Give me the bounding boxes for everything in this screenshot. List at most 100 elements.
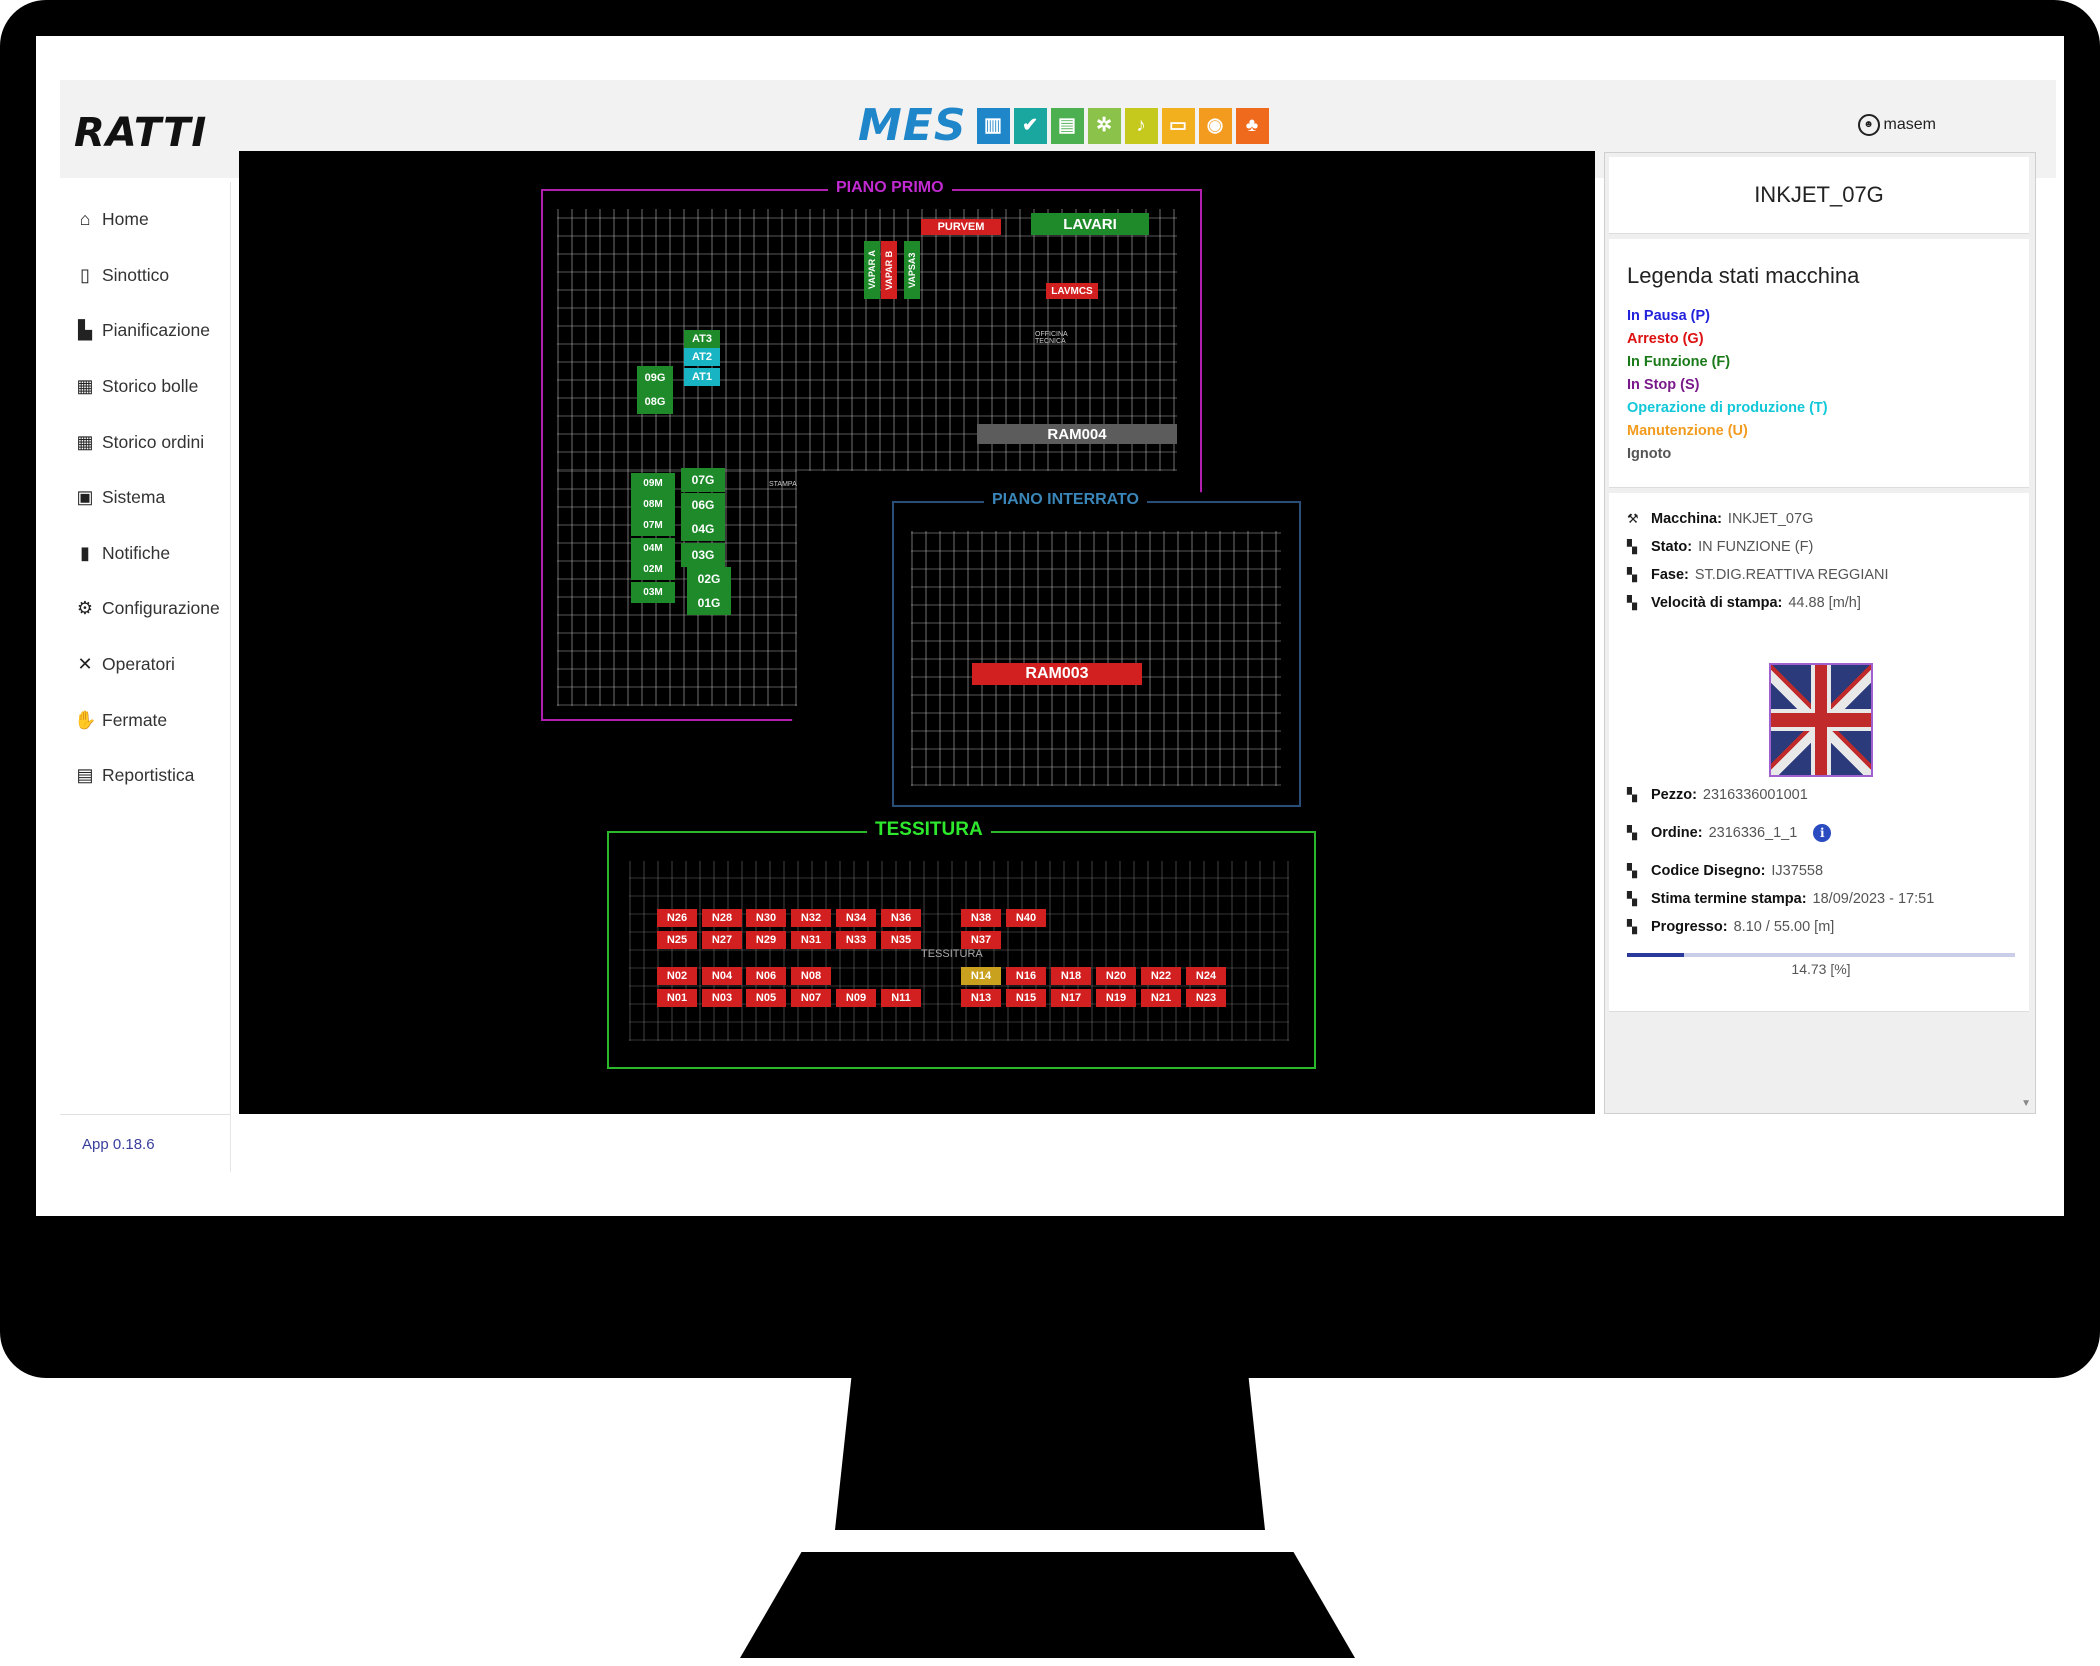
nav-item-storico-ordini[interactable]: ▦ Storico ordini [60,414,230,470]
machine-box[interactable]: N01 [657,989,697,1007]
machine-box[interactable]: N07 [791,989,831,1007]
machine-box[interactable]: N29 [746,931,786,949]
machine-box[interactable]: 08M [631,494,675,515]
machine-box[interactable]: 09G [637,366,673,390]
machine-box[interactable]: N27 [702,931,742,949]
nav-item-notifiche[interactable]: ▮ Notifiche [60,526,230,582]
machine-box[interactable]: AT2 [684,348,720,366]
nav-item-sistema[interactable]: ▣ Sistema [60,470,230,526]
progress-bar [1627,953,2015,957]
machine-box[interactable]: N11 [881,989,921,1007]
machine-box[interactable]: 02M [631,559,675,580]
machine-box[interactable]: N06 [746,967,786,985]
check-circle-icon[interactable]: ✔ [1013,107,1047,144]
machine-box[interactable]: RAM004 [977,424,1177,444]
machine-box[interactable]: LAVARI [1031,213,1149,235]
machine-box[interactable]: VAPSA3 [904,241,920,299]
machine-box[interactable]: N35 [881,931,921,949]
nav-item-label: Fermate [102,709,168,730]
machine-box[interactable]: 03G [681,543,725,567]
machine-box[interactable]: VAPAR B [881,241,897,299]
machine-box[interactable]: N31 [791,931,831,949]
eye-icon[interactable]: ◉ [1198,107,1232,144]
machine-box[interactable]: RAM003 [972,663,1142,685]
job-card: ▚ Pezzo: 2316336001001 ▚ Ordine: 2316336_1_1… [1609,643,2029,1012]
machine-box[interactable]: AT3 [684,330,720,348]
machine-box[interactable]: 02G [687,567,731,591]
scroll-down-icon[interactable]: ▼ [2021,1098,2031,1109]
book-icon: ▚ [1627,919,1637,934]
gears-icon[interactable]: ✲ [1087,107,1121,144]
nav-item-sinottico[interactable]: ▯ Sinottico [60,248,230,304]
machine-box[interactable]: N05 [746,989,786,1007]
machine-box[interactable]: N03 [702,989,742,1007]
machine-box[interactable]: N20 [1096,967,1136,985]
machine-box[interactable]: 01G [687,591,731,615]
machine-box[interactable]: 08G [637,390,673,414]
machine-box[interactable]: N15 [1006,989,1046,1007]
nav-item-operatori[interactable]: ✕ Operatori [60,637,230,693]
ratti-logo[interactable]: RATTI [74,110,207,156]
machine-box[interactable]: 07M [631,515,675,536]
screen-icon[interactable]: ▭ [1161,107,1195,144]
list-icon[interactable]: ▤ [1050,107,1084,144]
machine-box[interactable]: VAPAR A [864,241,880,299]
nav-item-pianificazione[interactable]: ▙ Pianificazione [60,303,230,359]
machine-box[interactable]: N14 [961,967,1001,985]
nav-item-storico-bolle[interactable]: ▦ Storico bolle [60,359,230,415]
machine-box[interactable]: N30 [746,909,786,927]
machine-box[interactable]: N28 [702,909,742,927]
nav-item-configurazione[interactable]: ⚙ Configurazione [60,581,230,637]
machine-box[interactable]: 06G [681,493,725,517]
machine-box[interactable]: N17 [1051,989,1091,1007]
design-thumbnail[interactable] [1769,663,1873,777]
machine-box[interactable]: N02 [657,967,697,985]
machine-box[interactable]: N40 [1006,909,1046,927]
machine-box[interactable]: AT1 [684,368,720,386]
machine-box[interactable]: N36 [881,909,921,927]
bell-icon[interactable]: ♪ [1124,107,1158,144]
machine-box[interactable]: 04G [681,517,725,541]
machine-box[interactable]: 04M [631,538,675,559]
machine-box[interactable]: N13 [961,989,1001,1007]
machine-box[interactable]: PURVEM [921,219,1001,235]
mes-logo[interactable]: MES [858,100,967,151]
machine-box[interactable]: N23 [1186,989,1226,1007]
user-name: masem [1883,116,1936,133]
nav-item-home[interactable]: ⌂ Home [60,192,230,248]
machine-box[interactable]: 07G [681,468,725,492]
machine-box[interactable]: N33 [836,931,876,949]
synoptic-map[interactable]: PIANO PRIMO STAMPA OFFICINA TECNICA PIAN… [239,151,1595,1114]
machine-box[interactable]: N24 [1186,967,1226,985]
floor-title-interrato: PIANO INTERRATO [984,491,1147,509]
machine-box[interactable]: N19 [1096,989,1136,1007]
nav-item-fermate[interactable]: ✋ Fermate [60,692,230,748]
machine-box[interactable]: 03M [631,582,675,603]
machine-box[interactable]: N09 [836,989,876,1007]
machine-box[interactable]: N37 [961,931,1001,949]
nav-item-reportistica[interactable]: ▤ Reportistica [60,748,230,804]
machine-box[interactable]: N04 [702,967,742,985]
machine-box[interactable]: N08 [791,967,831,985]
machine-box[interactable]: N22 [1141,967,1181,985]
machine-box[interactable]: N32 [791,909,831,927]
machine-box[interactable]: N38 [961,909,1001,927]
machine-box[interactable]: N16 [1006,967,1046,985]
legend-item: Arresto (G) [1627,331,1704,347]
machine-box[interactable]: N18 [1051,967,1091,985]
bar-chart-icon[interactable]: ▥ [976,107,1010,144]
legend-item: In Pausa (P) [1627,308,1710,324]
machine-box[interactable]: N25 [657,931,697,949]
machine-box[interactable]: N34 [836,909,876,927]
machine-box[interactable]: LAVMCS [1046,283,1098,299]
machine-box[interactable]: N21 [1141,989,1181,1007]
machine-title-card: INKJET_07G [1609,157,2029,234]
machine-box[interactable]: N26 [657,909,697,927]
info-icon[interactable]: i [1813,824,1832,842]
hierarchy-icon[interactable]: ♣ [1235,107,1269,144]
monitor-pulse-icon: ▣ [76,487,94,508]
user-menu[interactable]: ☻ masem [1857,114,1936,136]
machine-box[interactable]: 09M [631,473,675,494]
monitor-stand-neck [835,1370,1265,1530]
sidebar-divider [60,1114,230,1115]
